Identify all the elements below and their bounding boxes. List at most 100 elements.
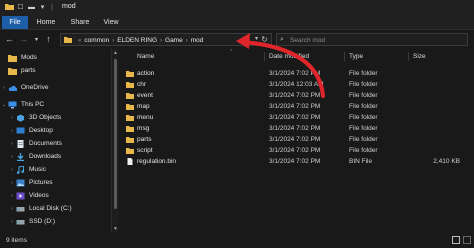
table-row[interactable]: chr 3/1/2024 12:03 AM File folder — [120, 79, 474, 90]
table-row[interactable]: script 3/1/2024 7:02 PM File folder — [120, 145, 474, 156]
chevron-right-icon[interactable]: › — [0, 85, 8, 91]
chevron-right-icon[interactable]: › — [8, 115, 16, 121]
scrollbar-thumb[interactable] — [114, 59, 117, 209]
sidebar-item-label: Downloads — [29, 153, 62, 160]
desktop-icon — [16, 127, 25, 133]
chevron-down-icon[interactable]: ⌄ — [0, 102, 8, 108]
sidebar-item-label: Documents — [29, 140, 62, 147]
chevron-right-icon[interactable]: › — [186, 38, 188, 44]
sidebar-item-downloads[interactable]: › Downloads — [8, 150, 111, 163]
customize-toolbar-icon[interactable]: ▾ — [38, 2, 47, 12]
tab-home[interactable]: Home — [33, 16, 59, 29]
sidebar-item-3d-objects[interactable]: › 3D Objects — [8, 111, 111, 124]
column-header-date[interactable]: Date modified — [269, 53, 309, 60]
file-date: 3/1/2024 12:03 AM — [269, 81, 324, 88]
table-row[interactable]: parts 3/1/2024 7:02 PM File folder — [120, 134, 474, 145]
breadcrumb-game[interactable]: Game — [165, 37, 183, 44]
sidebar-item-parts[interactable]: parts — [0, 64, 111, 77]
sidebar-item-documents[interactable]: › Documents — [8, 137, 111, 150]
folder-icon — [64, 37, 72, 43]
scroll-down-icon[interactable]: ▼ — [112, 226, 119, 232]
file-list: ⌃ Name Date modified Type Size action 3/… — [120, 49, 474, 233]
address-bar[interactable]: « common › ELDEN RING › Game › mod ▾ ↻ — [60, 33, 272, 46]
search-icon: ⌕ — [280, 36, 284, 43]
chevron-down-icon[interactable]: ▾ — [255, 35, 258, 42]
navigation-bar: ← → ▾ ↑ « common › ELDEN RING › Game › m… — [0, 30, 474, 49]
computer-icon — [8, 101, 17, 108]
recent-locations-icon[interactable]: ▾ — [31, 33, 42, 45]
chevron-right-icon[interactable]: › — [160, 38, 162, 44]
sidebar-item-onedrive[interactable]: › OneDrive — [0, 81, 111, 94]
file-name: menu — [137, 114, 154, 121]
column-header-type[interactable]: Type — [349, 53, 363, 60]
navigation-scrollbar[interactable]: ▲ ▼ — [112, 49, 119, 233]
column-divider[interactable] — [264, 52, 265, 61]
sidebar-item-music[interactable]: › Music — [8, 163, 111, 176]
chevron-right-icon[interactable]: › — [8, 141, 16, 147]
navigation-pane: Mods parts › OneDrive ⌄ This PC › 3D Obj… — [0, 49, 112, 233]
sidebar-item-label: Music — [29, 166, 46, 173]
sort-up-icon: ⌃ — [229, 49, 234, 55]
new-folder-icon[interactable]: ▬ — [27, 2, 36, 12]
chevron-right-icon[interactable]: › — [8, 167, 16, 173]
up-icon[interactable]: ↑ — [43, 33, 54, 45]
breadcrumb-elden-ring[interactable]: ELDEN RING — [117, 37, 157, 44]
folder-icon — [126, 71, 134, 77]
file-name: msg — [137, 125, 150, 132]
document-icon — [17, 139, 24, 148]
status-bar: 9 items — [0, 233, 474, 248]
tab-file[interactable]: File — [2, 16, 28, 29]
chevron-right-icon[interactable]: › — [8, 206, 16, 212]
table-row[interactable]: event 3/1/2024 7:02 PM File folder — [120, 90, 474, 101]
sidebar-item-local-disk-c[interactable]: › Local Disk (C:) — [8, 202, 111, 215]
table-row[interactable]: map 3/1/2024 7:02 PM File folder — [120, 101, 474, 112]
table-row[interactable]: regulation.bin 3/1/2024 7:02 PM BIN File… — [120, 156, 474, 167]
sidebar-item-ssd-d[interactable]: › SSD (D:) — [8, 215, 111, 228]
title-bar: ☐ ▬ ▾ | mod — [0, 0, 474, 14]
column-header-name[interactable]: Name — [137, 53, 154, 60]
tab-view[interactable]: View — [99, 16, 123, 29]
chevron-right-icon[interactable]: › — [8, 154, 16, 160]
file-type: File folder — [349, 81, 378, 88]
file-type: File folder — [349, 125, 378, 132]
table-row[interactable]: menu 3/1/2024 7:02 PM File folder — [120, 112, 474, 123]
details-view-icon[interactable] — [452, 236, 460, 244]
refresh-icon[interactable]: ↻ — [261, 35, 268, 45]
folder-icon — [5, 4, 14, 10]
breadcrumb-common[interactable]: common — [84, 37, 109, 44]
tab-share[interactable]: Share — [66, 16, 94, 29]
column-header-size[interactable]: Size — [413, 53, 426, 60]
sidebar-item-pictures[interactable]: › Pictures — [8, 176, 111, 189]
sidebar-item-desktop[interactable]: › Desktop — [8, 124, 111, 137]
search-box[interactable]: ⌕ — [276, 33, 468, 46]
search-input[interactable] — [290, 35, 460, 45]
title-separator: | — [51, 3, 53, 11]
column-divider[interactable] — [344, 52, 345, 61]
file-type: File folder — [349, 103, 378, 110]
sidebar-item-videos[interactable]: › Videos — [8, 189, 111, 202]
folder-icon — [126, 126, 134, 132]
file-name: map — [137, 103, 150, 110]
table-row[interactable]: msg 3/1/2024 7:02 PM File folder — [120, 123, 474, 134]
file-type: File folder — [349, 92, 378, 99]
forward-icon[interactable]: → — [18, 33, 29, 45]
sidebar-item-this-pc[interactable]: ⌄ This PC — [0, 98, 111, 111]
chevron-right-icon[interactable]: › — [8, 128, 16, 134]
chevron-right-icon[interactable]: › — [112, 38, 114, 44]
ribbon-tabs: File Home Share View — [0, 14, 474, 30]
large-icons-view-icon[interactable] — [463, 236, 471, 244]
sidebar-item-label: 3D Objects — [29, 114, 62, 121]
file-size: 2,410 KB — [433, 158, 460, 165]
sidebar-item-mods[interactable]: Mods — [0, 51, 111, 64]
column-divider[interactable] — [408, 52, 409, 61]
file-type: BIN File — [349, 158, 373, 165]
folder-icon — [126, 137, 134, 143]
table-row[interactable]: action 3/1/2024 7:02 PM File folder — [120, 68, 474, 79]
properties-icon[interactable]: ☐ — [16, 2, 25, 12]
chevron-right-icon[interactable]: › — [8, 180, 16, 186]
chevron-right-icon[interactable]: › — [8, 219, 16, 225]
scroll-up-icon[interactable]: ▲ — [112, 50, 119, 56]
chevron-right-icon[interactable]: › — [8, 193, 16, 199]
back-icon[interactable]: ← — [4, 33, 15, 45]
breadcrumb-mod[interactable]: mod — [191, 37, 204, 44]
